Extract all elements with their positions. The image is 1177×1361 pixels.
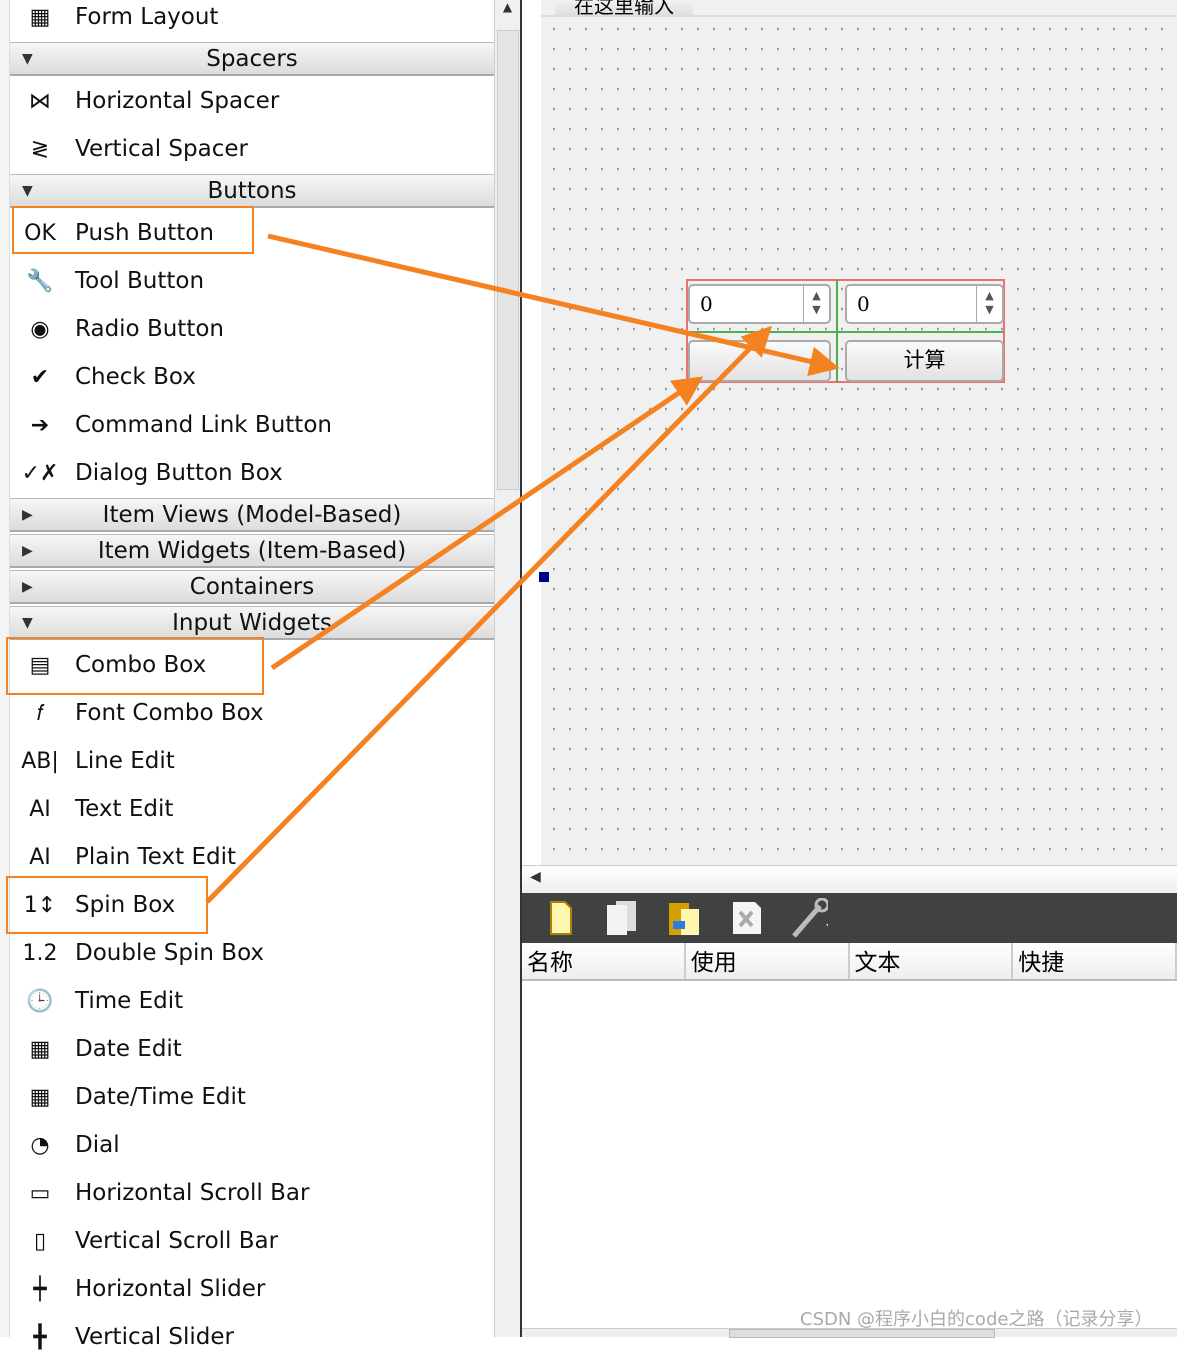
arrow-combo-box: [270, 376, 704, 671]
arrow-spin-box: [205, 325, 773, 904]
arrow-push-button: [267, 233, 840, 377]
annotation-arrows: [205, 233, 840, 904]
